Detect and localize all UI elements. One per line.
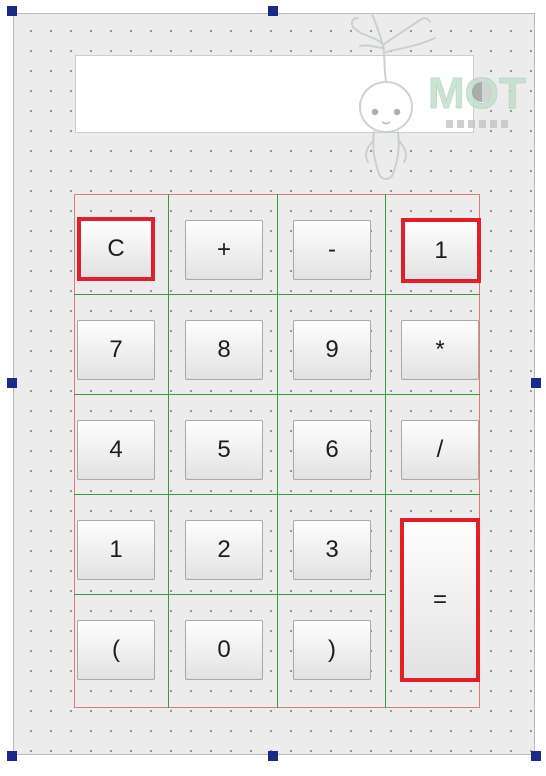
grid-line-vertical: [168, 194, 169, 708]
resize-handle-bottom-center[interactable]: [268, 751, 278, 761]
key-multiply-button[interactable]: *: [401, 320, 479, 380]
grid-line-vertical: [385, 194, 386, 708]
key-zero-button[interactable]: 0: [185, 620, 263, 680]
key-three-button[interactable]: 3: [293, 520, 371, 580]
key-one-top-button[interactable]: 1: [401, 218, 481, 283]
grid-line-horizontal: [74, 594, 385, 595]
key-equals-button[interactable]: =: [400, 518, 480, 682]
grid-line-horizontal: [74, 294, 480, 295]
resize-handle-middle-left[interactable]: [7, 378, 17, 388]
key-nine-button[interactable]: 9: [293, 320, 371, 380]
key-clear-button[interactable]: C: [77, 217, 155, 281]
grid-line-horizontal: [74, 394, 480, 395]
key-open-paren-button[interactable]: (: [77, 620, 155, 680]
key-eight-button[interactable]: 8: [185, 320, 263, 380]
resize-handle-top-left[interactable]: [7, 6, 17, 16]
resize-handle-bottom-right[interactable]: [531, 751, 541, 761]
key-divide-button[interactable]: /: [401, 420, 479, 480]
display-line-edit[interactable]: [75, 55, 474, 133]
resize-handle-middle-right[interactable]: [531, 378, 541, 388]
key-four-button[interactable]: 4: [77, 420, 155, 480]
key-six-button[interactable]: 6: [293, 420, 371, 480]
key-five-button[interactable]: 5: [185, 420, 263, 480]
grid-line-vertical: [277, 194, 278, 708]
key-minus-button[interactable]: -: [293, 220, 371, 280]
key-plus-button[interactable]: +: [185, 220, 263, 280]
resize-handle-top-center[interactable]: [268, 6, 278, 16]
grid-line-horizontal: [74, 494, 480, 495]
key-seven-button[interactable]: 7: [77, 320, 155, 380]
resize-handle-bottom-left[interactable]: [7, 751, 17, 761]
key-two-button[interactable]: 2: [185, 520, 263, 580]
key-one-button[interactable]: 1: [77, 520, 155, 580]
key-close-paren-button[interactable]: ): [293, 620, 371, 680]
